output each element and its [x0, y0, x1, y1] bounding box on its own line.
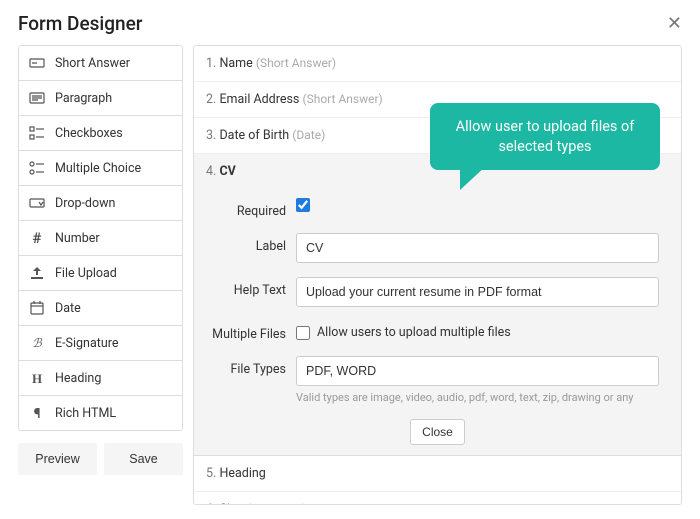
- file-types-hint: Valid types are image, video, audio, pdf…: [296, 391, 659, 404]
- heading-icon: H: [29, 370, 45, 386]
- checkboxes-icon: [29, 125, 45, 141]
- label-input[interactable]: [296, 233, 659, 263]
- palette-item-date[interactable]: Date: [19, 291, 182, 326]
- field-name: Heading: [219, 466, 265, 481]
- palette-label: Rich HTML: [55, 406, 116, 421]
- required-checkbox[interactable]: [296, 198, 310, 212]
- palette-item-heading[interactable]: H Heading: [19, 361, 182, 396]
- palette-item-checkboxes[interactable]: Checkboxes: [19, 116, 182, 151]
- palette-label: E-Signature: [55, 336, 118, 351]
- page-title: Form Designer: [18, 12, 142, 35]
- svg-text:ℬ: ℬ: [32, 336, 43, 350]
- multiple-choice-icon: [29, 160, 45, 176]
- palette-label: Checkboxes: [55, 126, 123, 141]
- file-types-input[interactable]: [296, 356, 659, 386]
- sidebar: Short Answer Paragraph Checkboxes Multip…: [18, 45, 183, 505]
- field-name: Name: [219, 56, 252, 71]
- save-button[interactable]: Save: [104, 443, 183, 475]
- help-text-label: Help Text: [206, 277, 286, 298]
- field-row-name[interactable]: 1. Name (Short Answer): [194, 46, 681, 82]
- palette-label: Date: [55, 301, 81, 316]
- dropdown-icon: [29, 195, 45, 211]
- required-label: Required: [206, 198, 286, 219]
- field-name: CV: [219, 164, 235, 179]
- palette-label: File Upload: [55, 266, 117, 281]
- file-types-label: File Types: [206, 356, 286, 377]
- field-number: 6.: [206, 502, 216, 505]
- dialog-header: Form Designer ✕: [0, 0, 700, 45]
- short-answer-icon: [29, 55, 45, 71]
- svg-text:¶: ¶: [34, 406, 41, 421]
- palette-item-dropdown[interactable]: Drop-down: [19, 186, 182, 221]
- preview-button[interactable]: Preview: [18, 443, 97, 475]
- paragraph-icon: [29, 90, 45, 106]
- field-name: Sign: [219, 502, 243, 505]
- field-name: Date of Birth: [219, 128, 289, 143]
- field-type: (Date): [292, 128, 325, 142]
- field-type: (Signature): [247, 502, 306, 505]
- palette-item-file-upload[interactable]: File Upload: [19, 256, 182, 291]
- field-palette: Short Answer Paragraph Checkboxes Multip…: [18, 45, 183, 431]
- date-icon: [29, 300, 45, 316]
- field-number: 4.: [206, 164, 216, 179]
- palette-label: Heading: [55, 371, 101, 386]
- multiple-files-label: Multiple Files: [206, 321, 286, 342]
- palette-label: Number: [55, 231, 100, 246]
- tooltip-callout: Allow user to upload files of selected t…: [430, 103, 660, 170]
- field-number: 1.: [206, 56, 216, 71]
- signature-icon: ℬ: [29, 335, 45, 351]
- file-upload-icon: [29, 265, 45, 281]
- close-properties-button[interactable]: Close: [410, 419, 465, 445]
- field-row-sign[interactable]: 6. Sign (Signature): [194, 492, 681, 505]
- palette-item-number[interactable]: # Number: [19, 221, 182, 256]
- field-number: 2.: [206, 92, 216, 107]
- help-text-input[interactable]: [296, 277, 659, 307]
- palette-item-rich-html[interactable]: ¶ Rich HTML: [19, 396, 182, 430]
- rich-html-icon: ¶: [29, 405, 45, 421]
- svg-text:H: H: [32, 371, 42, 386]
- palette-item-short-answer[interactable]: Short Answer: [19, 46, 182, 81]
- field-row-cv[interactable]: 4. CV Required Label Help Text Multip: [194, 154, 681, 456]
- field-name: Email Address: [219, 92, 299, 107]
- palette-label: Drop-down: [55, 196, 115, 211]
- callout-text: Allow user to upload files of selected t…: [456, 118, 635, 155]
- number-icon: #: [29, 230, 45, 246]
- palette-label: Short Answer: [55, 56, 130, 71]
- palette-label: Multiple Choice: [55, 161, 141, 176]
- palette-item-signature[interactable]: ℬ E-Signature: [19, 326, 182, 361]
- field-number: 5.: [206, 466, 216, 481]
- multiple-files-checkbox[interactable]: [296, 326, 310, 340]
- palette-item-paragraph[interactable]: Paragraph: [19, 81, 182, 116]
- sidebar-buttons: Preview Save: [18, 443, 183, 475]
- field-properties: Required Label Help Text Multiple Files: [206, 187, 669, 455]
- multiple-files-cb-label: Allow users to upload multiple files: [317, 325, 511, 340]
- field-type: (Short Answer): [303, 92, 383, 106]
- field-row-heading[interactable]: 5. Heading: [194, 456, 681, 492]
- field-number: 3.: [206, 128, 216, 143]
- palette-item-multiple-choice[interactable]: Multiple Choice: [19, 151, 182, 186]
- close-icon[interactable]: ✕: [667, 13, 682, 34]
- label-label: Label: [206, 233, 286, 254]
- field-type: (Short Answer): [256, 56, 336, 70]
- palette-label: Paragraph: [55, 91, 112, 106]
- svg-text:#: #: [33, 230, 42, 246]
